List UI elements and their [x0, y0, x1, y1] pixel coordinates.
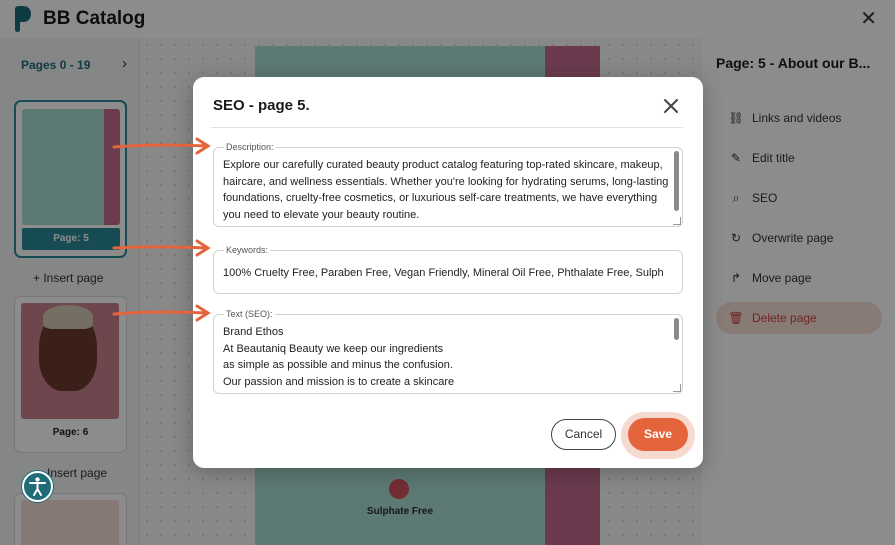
dialog-title: SEO - page 5. [213, 97, 310, 114]
resize-handle-icon[interactable] [673, 217, 681, 225]
text-seo-field[interactable]: Text (SEO): Brand Ethos At Beautaniq Bea… [213, 309, 683, 394]
keywords-label: Keywords: [224, 245, 271, 255]
accessibility-icon [29, 477, 46, 496]
keywords-input[interactable]: 100% Cruelty Free, Paraben Free, Vegan F… [223, 265, 675, 282]
accessibility-button[interactable] [22, 471, 53, 502]
divider [211, 127, 683, 128]
description-textarea[interactable]: Explore our carefully curated beauty pro… [223, 157, 673, 223]
text-seo-label: Text (SEO): [224, 309, 275, 319]
text-seo-textarea[interactable]: Brand Ethos At Beautaniq Beauty we keep … [223, 324, 673, 390]
text-line: Brand Ethos [223, 326, 284, 338]
cancel-button[interactable]: Cancel [551, 419, 616, 450]
close-icon[interactable] [661, 96, 681, 116]
text-line: as simple as possible and minus the conf… [223, 359, 453, 371]
text-line: At Beautaniq Beauty we keep our ingredie… [223, 342, 444, 355]
seo-dialog: SEO - page 5. Description: Explore our c… [193, 77, 703, 468]
description-label: Description: [224, 142, 276, 152]
text-line: Our passion and mission is to create a s… [223, 375, 455, 388]
keywords-field[interactable]: Keywords: 100% Cruelty Free, Paraben Fre… [213, 245, 683, 294]
textarea-scrollbar[interactable] [674, 318, 679, 340]
description-field[interactable]: Description: Explore our carefully curat… [213, 142, 683, 227]
save-button[interactable]: Save [628, 418, 688, 451]
textarea-scrollbar[interactable] [674, 151, 679, 211]
resize-handle-icon[interactable] [673, 384, 681, 392]
